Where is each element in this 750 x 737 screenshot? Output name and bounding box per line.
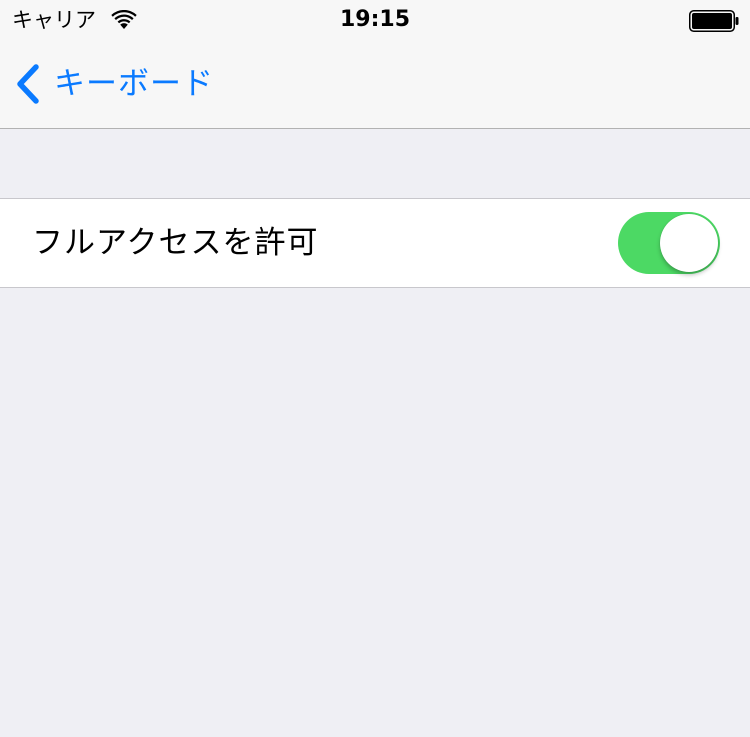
battery-full-icon [689,10,739,32]
navigation-bar: キーボード [0,40,750,128]
top-bar: キャリア 19:15 キーボード [0,0,750,129]
full-access-toggle[interactable] [618,212,720,274]
settings-screen: キャリア 19:15 キーボード フルアクセスを許可 [0,0,750,737]
back-button[interactable]: キーボード [14,62,214,106]
back-button-label: キーボード [54,66,214,102]
status-time: 19:15 [339,7,411,32]
full-access-label: フルアクセスを許可 [32,225,319,261]
toggle-knob[interactable] [660,214,718,272]
chevron-left-icon [17,64,39,104]
status-bar: キャリア 19:15 [0,0,750,40]
settings-group: フルアクセスを許可 [0,198,750,288]
